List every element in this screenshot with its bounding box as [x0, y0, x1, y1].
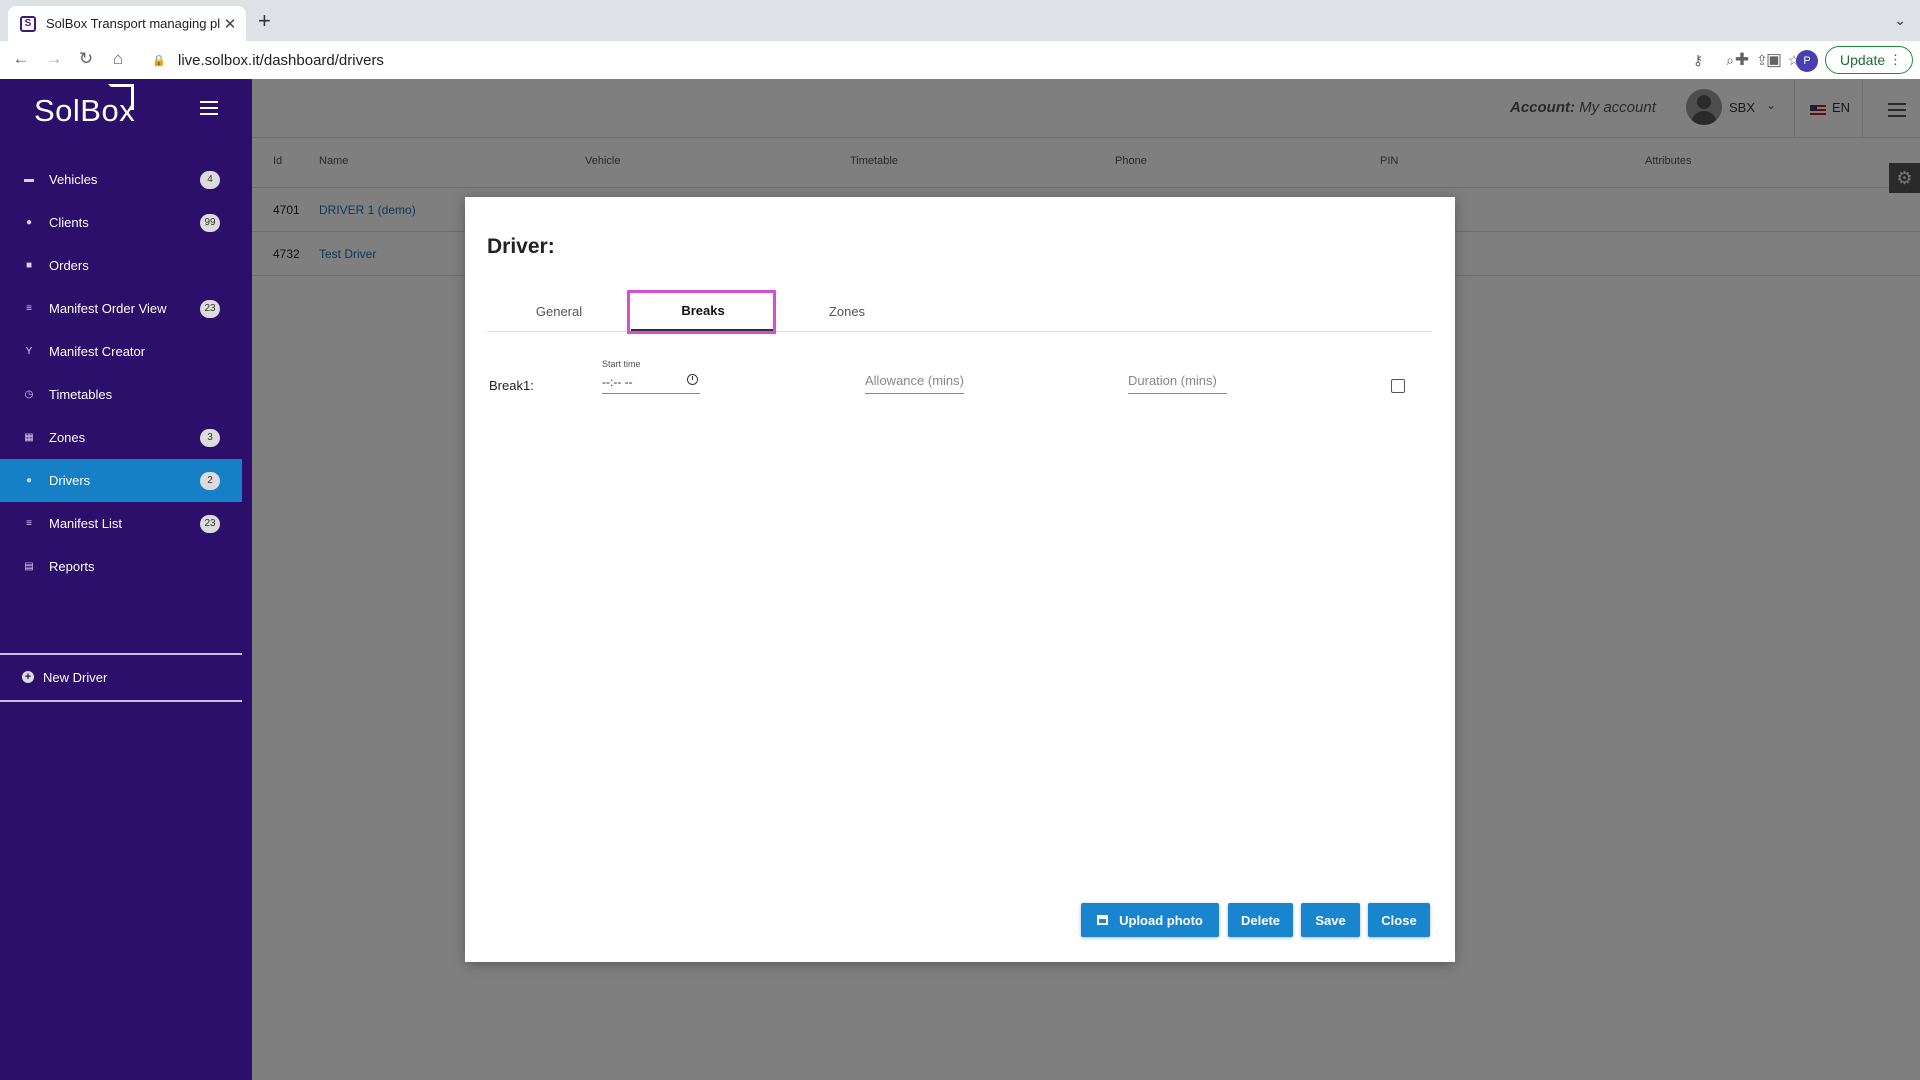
new-driver-label: New Driver: [43, 669, 108, 685]
solbox-favicon-icon: S: [20, 15, 36, 32]
list-icon: ≡: [26, 518, 32, 529]
count-badge: 23: [200, 299, 220, 318]
count-badge: 99: [200, 213, 220, 232]
password-key-icon[interactable]: ⚷: [1682, 52, 1714, 69]
report-icon: ▤: [24, 561, 34, 572]
tab-title: SolBox Transport managing pla: [46, 16, 220, 31]
new-tab-icon[interactable]: +: [258, 10, 271, 32]
sidebar-item-orders[interactable]: ■ Orders: [0, 244, 242, 287]
sidebar-item-reports[interactable]: ▤ Reports: [0, 545, 242, 588]
image-icon: [1097, 915, 1109, 925]
url-text[interactable]: live.solbox.it/dashboard/drivers: [178, 52, 1682, 69]
sidebar-item-label: Timetables: [49, 387, 113, 402]
start-time-value: --:-- --: [602, 375, 633, 389]
folder-icon: ■: [25, 260, 33, 271]
update-label: Update: [1840, 52, 1886, 68]
sidebar-item-clients[interactable]: ● Clients 99: [0, 201, 242, 244]
save-button[interactable]: Save: [1301, 903, 1360, 937]
person-icon: ●: [25, 475, 33, 486]
tab-search-icon[interactable]: ⌄: [1894, 12, 1906, 29]
tab-general[interactable]: General: [487, 291, 631, 331]
browser-toolbar: ← → ↻ ⌂ 🔒 live.solbox.it/dashboard/drive…: [0, 41, 1920, 80]
solbox-logo[interactable]: SolBox: [34, 84, 135, 129]
tab-zones[interactable]: Zones: [775, 291, 919, 331]
break-checkbox[interactable]: [1391, 379, 1405, 393]
address-bar[interactable]: 🔒 live.solbox.it/dashboard/drivers ⚷ ⌕ ⇪…: [140, 45, 1810, 75]
new-driver-button[interactable]: + New Driver: [0, 659, 242, 695]
home-icon[interactable]: ⌂: [107, 49, 129, 69]
count-badge: 23: [200, 514, 220, 533]
update-button[interactable]: Update ⋮: [1825, 46, 1913, 74]
allowance-input[interactable]: Allowance (mins): [865, 369, 964, 394]
sidebar-item-label: Reports: [49, 559, 95, 574]
sidebar: SolBox ▬ Vehicles 4 ● Clients 99 ■ Order…: [0, 79, 252, 1080]
merge-icon: Y: [25, 346, 33, 357]
upload-photo-label: Upload photo: [1119, 912, 1203, 928]
clock-icon: ◷: [24, 389, 34, 400]
count-badge: 4: [200, 170, 220, 189]
profile-avatar[interactable]: P: [1796, 50, 1818, 72]
sidebar-item-label: Manifest Creator: [49, 344, 146, 359]
sidebar-item-label: Orders: [49, 258, 89, 273]
allowance-placeholder: Allowance (mins): [865, 373, 964, 388]
driver-dialog: Driver: General Breaks Zones Break1: Sta…: [465, 197, 1455, 962]
count-badge: 2: [200, 471, 220, 490]
lock-icon: 🔒: [152, 54, 166, 67]
sidebar-item-timetables[interactable]: ◷ Timetables: [0, 373, 242, 416]
close-tab-icon[interactable]: ✕: [220, 15, 240, 33]
sidebar-divider: [0, 700, 242, 702]
person-icon: ●: [25, 217, 33, 228]
truck-icon: ▬: [24, 174, 34, 185]
count-badge: 3: [200, 428, 220, 447]
sidebar-item-manifest-creator[interactable]: Y Manifest Creator: [0, 330, 242, 373]
start-time-input[interactable]: --:-- --: [602, 371, 700, 394]
chrome-menu-icon[interactable]: ⋮: [1889, 52, 1902, 68]
tab-highlight-box: [627, 290, 776, 334]
close-button[interactable]: Close: [1368, 903, 1430, 937]
reload-icon[interactable]: ↻: [75, 49, 97, 69]
browser-tab[interactable]: S SolBox Transport managing pla ✕: [8, 6, 246, 41]
upload-photo-button[interactable]: Upload photo: [1081, 903, 1219, 937]
add-circle-icon: +: [22, 671, 34, 683]
sidebar-item-drivers[interactable]: ● Drivers 2: [0, 459, 242, 502]
duration-placeholder: Duration (mins): [1128, 373, 1217, 388]
forward-icon[interactable]: →: [43, 49, 65, 69]
sidebar-item-zones[interactable]: ▦ Zones 3: [0, 416, 242, 459]
hamburger-menu-icon[interactable]: [200, 101, 218, 119]
delete-button[interactable]: Delete: [1228, 903, 1293, 937]
sidebar-item-vehicles[interactable]: ▬ Vehicles 4: [0, 158, 242, 201]
grid-icon: ▦: [24, 432, 34, 443]
side-panel-icon[interactable]: ▣: [1763, 50, 1785, 70]
start-time-label: Start time: [602, 359, 641, 369]
browser-tabstrip: S SolBox Transport managing pla ✕ + ⌄: [0, 0, 1920, 41]
back-icon[interactable]: ←: [10, 49, 32, 69]
sidebar-nav: ▬ Vehicles 4 ● Clients 99 ■ Orders ≡ Man…: [0, 158, 252, 588]
sidebar-divider: [0, 653, 242, 655]
list-icon: ≡: [26, 303, 32, 314]
duration-input[interactable]: Duration (mins): [1128, 369, 1227, 394]
extensions-icon[interactable]: ✚: [1731, 50, 1753, 70]
sidebar-item-manifest-list[interactable]: ≡ Manifest List 23: [0, 502, 242, 545]
sidebar-item-manifest-order-view[interactable]: ≡ Manifest Order View 23: [0, 287, 242, 330]
dialog-title: Driver:: [487, 235, 555, 258]
clock-icon[interactable]: [687, 374, 698, 385]
logo-bracket-icon: [108, 84, 134, 110]
break-label: Break1:: [489, 378, 534, 393]
